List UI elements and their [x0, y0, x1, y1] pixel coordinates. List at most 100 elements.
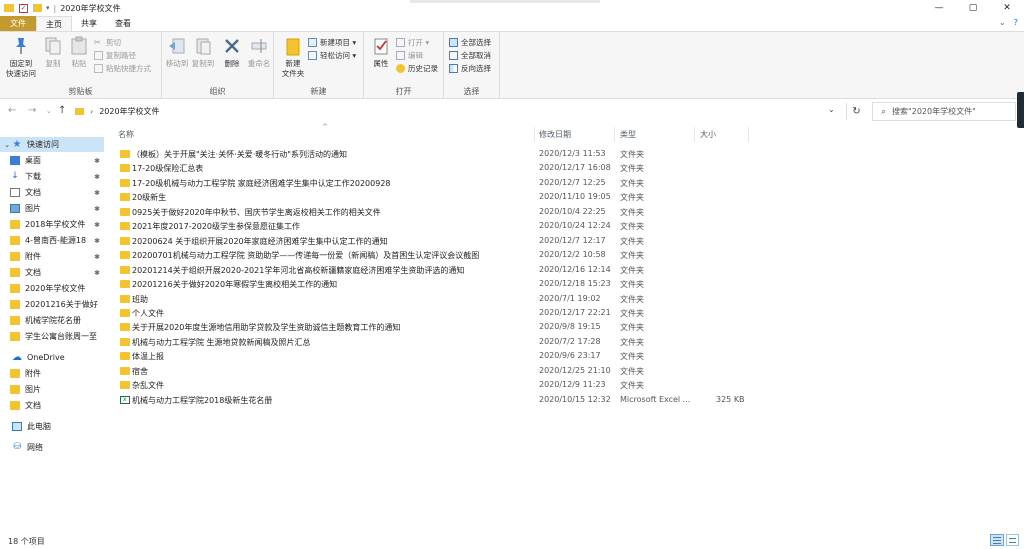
- file-row[interactable]: 20201214关于组织开展2020-2021学年河北省高校新疆籍家庭经济困难学…: [110, 263, 750, 277]
- file-row[interactable]: 20200701机械与动力工程学院 资助助学——传递每一份爱（新闻稿）及首困生认…: [110, 248, 750, 262]
- search-input[interactable]: [892, 107, 1013, 116]
- open-button[interactable]: 打开 ▾: [396, 37, 429, 48]
- sidebar-item-onedrive[interactable]: ☁ OneDrive: [0, 350, 104, 365]
- pin-icon[interactable]: ✱: [94, 269, 100, 277]
- collapse-ribbon-icon[interactable]: ⌄: [999, 18, 1006, 27]
- properties-quick-icon[interactable]: ✓: [19, 3, 28, 13]
- pin-icon[interactable]: ✱: [94, 157, 100, 165]
- file-row[interactable]: 体温上报 2020/9/6 23:17 文件夹: [110, 349, 750, 363]
- pin-icon[interactable]: ✱: [94, 237, 100, 245]
- file-row[interactable]: （模板）关于开展"关注·关怀·关爱·暖冬行动"系列活动的通知 2020/12/3 …: [110, 147, 750, 161]
- select-none-button[interactable]: 全部取消: [449, 50, 491, 61]
- sidebar-item[interactable]: 附件 ✱: [0, 249, 104, 264]
- minimize-button[interactable]: —: [922, 0, 956, 16]
- sidebar-item-onedrive-child[interactable]: 文档: [0, 398, 104, 413]
- file-row[interactable]: 个人文件 2020/12/17 22:21 文件夹: [110, 306, 750, 320]
- folder-icon: [4, 4, 14, 12]
- sidebar-item[interactable]: 4-曾南西-能源18 ✱: [0, 233, 104, 248]
- pin-icon[interactable]: ✱: [94, 221, 100, 229]
- pin-quick-access-button[interactable]: 固定到 快速访问: [2, 36, 40, 79]
- pin-icon[interactable]: ✱: [94, 205, 100, 213]
- file-row[interactable]: 20201216关于做好2020年寒假学生离校相关工作的通知 2020/12/18…: [110, 277, 750, 291]
- close-button[interactable]: ✕: [990, 0, 1024, 16]
- paste-button[interactable]: 粘贴: [64, 36, 94, 69]
- sidebar-item[interactable]: 2020年学校文件: [0, 281, 104, 296]
- file-row[interactable]: 0925关于做好2020年中秋节、国庆节学生离返校相关工作的相关文件 2020/1…: [110, 205, 750, 219]
- column-header-type[interactable]: 类型: [620, 129, 636, 140]
- sidebar-item[interactable]: 2018年学校文件 ✱: [0, 217, 104, 232]
- sidebar-item[interactable]: 20201216关于做好: [0, 297, 104, 312]
- help-icon[interactable]: ?: [1014, 18, 1018, 27]
- file-row[interactable]: 20级新生 2020/11/10 19:05 文件夹: [110, 190, 750, 204]
- sidebar-item[interactable]: 文档 ✱: [0, 265, 104, 280]
- delete-button[interactable]: 删除: [217, 36, 247, 69]
- pin-icon[interactable]: ✱: [94, 253, 100, 261]
- file-row[interactable]: 2021年度2017-2020级学生参保意愿征集工作 2020/10/24 12:…: [110, 219, 750, 233]
- breadcrumb-chevron-icon[interactable]: ›: [90, 107, 93, 116]
- edit-button[interactable]: 编辑: [396, 50, 423, 61]
- column-header-size[interactable]: 大小: [700, 129, 716, 140]
- file-row[interactable]: 17-20级机械与动力工程学院 家庭经济困难学生集中认定工作20200928 20…: [110, 176, 750, 190]
- expand-arrow-icon[interactable]: ⌄: [2, 141, 12, 149]
- file-row[interactable]: 关于开展2020年度生源地信用助学贷款及学生资助诚信主题教育工作的通知 2020/…: [110, 320, 750, 334]
- back-arrow-icon[interactable]: ←: [8, 105, 16, 116]
- paste-shortcut-button[interactable]: 粘贴快捷方式: [94, 63, 151, 74]
- tab-home[interactable]: 主页: [36, 16, 72, 31]
- sidebar-item-quick-access[interactable]: ⌄ ★ 快速访问: [0, 137, 104, 152]
- sidebar-item[interactable]: 文档 ✱: [0, 185, 104, 200]
- up-arrow-icon[interactable]: ↑: [58, 105, 66, 116]
- sidebar-item[interactable]: 桌面 ✱: [0, 153, 104, 168]
- column-divider[interactable]: [694, 127, 695, 142]
- address-dropdown-icon[interactable]: ⌄: [828, 105, 835, 114]
- sidebar-item[interactable]: ↓ 下载 ✱: [0, 169, 104, 184]
- select-all-button[interactable]: 全部选择: [449, 37, 491, 48]
- file-row[interactable]: 机械与动力工程学院2018级新生花名册 2020/10/15 12:32 Micro…: [110, 393, 750, 407]
- tab-file[interactable]: 文件: [0, 16, 36, 31]
- sidebar-item-this-pc[interactable]: 此电脑: [0, 419, 104, 434]
- column-header-date[interactable]: 修改日期: [539, 129, 571, 140]
- new-folder-quick-icon[interactable]: [33, 4, 42, 12]
- details-view-button[interactable]: [990, 534, 1004, 546]
- pin-icon[interactable]: ✱: [94, 189, 100, 197]
- new-folder-button[interactable]: 新建 文件夹: [278, 36, 308, 79]
- copy-path-button[interactable]: 复制路径: [94, 50, 136, 61]
- rename-button[interactable]: 重命名: [244, 36, 274, 69]
- sidebar-item[interactable]: 图片 ✱: [0, 201, 104, 216]
- sidebar-item[interactable]: 学生公寓台账周一至: [0, 329, 104, 344]
- column-divider[interactable]: [748, 127, 749, 142]
- easy-access-button[interactable]: 轻松访问 ▾: [308, 50, 356, 61]
- address-bar[interactable]: › 2020年学校文件: [70, 102, 846, 121]
- pin-icon[interactable]: ✱: [94, 173, 100, 181]
- file-row[interactable]: 宿舍 2020/12/25 21:10 文件夹: [110, 364, 750, 378]
- tab-share[interactable]: 共享: [72, 16, 106, 31]
- properties-button[interactable]: 属性: [366, 36, 396, 69]
- large-icons-view-button[interactable]: [1006, 534, 1019, 546]
- sidebar-item[interactable]: 机械学院花名册: [0, 313, 104, 328]
- refresh-button[interactable]: ↻: [846, 103, 866, 120]
- column-divider[interactable]: [614, 127, 615, 142]
- sidebar-item-onedrive-child[interactable]: 图片: [0, 382, 104, 397]
- sidebar-item-onedrive-child[interactable]: 附件: [0, 366, 104, 381]
- side-handle[interactable]: [1017, 92, 1024, 128]
- file-row[interactable]: 机械与动力工程学院 生源地贷款新闻稿及照片汇总 2020/7/2 17:28 文件夹: [110, 335, 750, 349]
- quick-access-dropdown-icon[interactable]: ▾: [46, 4, 50, 12]
- cut-button[interactable]: ✂ 剪切: [94, 37, 121, 48]
- breadcrumb-path[interactable]: 2020年学校文件: [99, 106, 159, 117]
- recent-dropdown-icon[interactable]: ⌄: [46, 107, 52, 115]
- column-header-name[interactable]: 名称: [118, 129, 134, 140]
- copy-to-button[interactable]: 复制到: [188, 36, 218, 69]
- column-divider[interactable]: [534, 127, 535, 142]
- tab-view[interactable]: 查看: [106, 16, 140, 31]
- history-button[interactable]: 历史记录: [396, 63, 438, 74]
- forward-arrow-icon[interactable]: →: [28, 105, 36, 116]
- file-row[interactable]: 杂乱文件 2020/12/9 11:23 文件夹: [110, 378, 750, 392]
- maximize-button[interactable]: ▢: [956, 0, 990, 16]
- sidebar-item-network[interactable]: ⛁ 网络: [0, 440, 104, 455]
- file-row[interactable]: 班助 2020/7/1 19:02 文件夹: [110, 292, 750, 306]
- search-box[interactable]: ⌕: [872, 102, 1016, 121]
- new-item-button[interactable]: 新建项目 ▾: [308, 37, 356, 48]
- group-new: 新建 文件夹 新建项目 ▾ 轻松访问 ▾ 新建: [274, 32, 364, 99]
- file-row[interactable]: 20200624 关于组织开展2020年家庭经济困难学生集中认定工作的通知 202…: [110, 234, 750, 248]
- file-row[interactable]: 17-20级保险汇总表 2020/12/17 16:08 文件夹: [110, 161, 750, 175]
- invert-selection-button[interactable]: 反向选择: [449, 63, 491, 74]
